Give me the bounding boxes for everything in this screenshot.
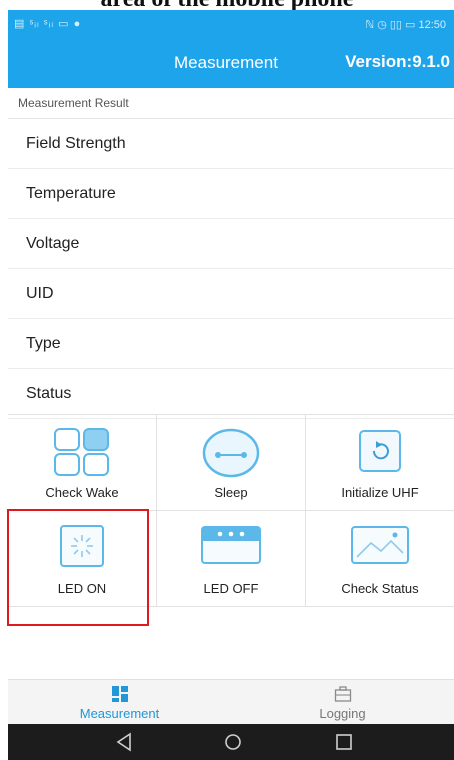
- app-version: Version:9.1.0: [345, 52, 450, 71]
- uid-row: UID: [8, 269, 454, 319]
- app-title: Measurement: [174, 53, 278, 72]
- action-grid: Check Wake Sleep Initialize UHF LED ON L…: [8, 414, 454, 607]
- status-row: Status: [8, 369, 454, 419]
- tab-logging-label: Logging: [319, 706, 366, 721]
- tab-measurement[interactable]: Measurement: [8, 680, 231, 725]
- system-nav-bar: [8, 724, 454, 760]
- type-row: Type: [8, 319, 454, 369]
- tab-measurement-label: Measurement: [79, 706, 160, 721]
- led-on-button[interactable]: LED ON: [8, 511, 157, 607]
- led-off-button[interactable]: LED OFF: [157, 511, 306, 607]
- section-label: Measurement Result: [8, 88, 454, 119]
- image-check-icon: [349, 523, 411, 574]
- refresh-icon: [352, 427, 408, 482]
- check-wake-label: Check Wake: [45, 485, 119, 500]
- initialize-uhf-button[interactable]: Initialize UHF: [306, 415, 454, 511]
- app-bar: Measurement Version:9.1.0: [8, 36, 454, 88]
- sleep-button[interactable]: Sleep: [157, 415, 306, 511]
- page-caption: area of the mobile phone: [0, 0, 454, 10]
- status-bar: ▤ ˢᵢₗ ˢᵢₗ ▭ ● ℕ ◷ ▯▯ ▭ 12:50: [8, 10, 454, 36]
- status-icons-right: ℕ ◷ ▯▯ ▭ 12:50: [365, 19, 446, 31]
- led-on-label: LED ON: [57, 581, 107, 596]
- home-icon[interactable]: [223, 732, 243, 757]
- dashboard-icon: [111, 685, 129, 708]
- field-strength-row: Field Strength: [8, 119, 454, 169]
- initialize-uhf-label: Initialize UHF: [341, 485, 419, 500]
- check-status-button[interactable]: Check Status: [306, 511, 454, 607]
- sleep-face-icon: [201, 427, 261, 484]
- recent-apps-icon[interactable]: [335, 732, 353, 757]
- temperature-row: Temperature: [8, 169, 454, 219]
- back-icon[interactable]: [115, 732, 133, 757]
- led-off-label: LED OFF: [203, 581, 259, 596]
- check-status-label: Check Status: [341, 581, 419, 596]
- sleep-label: Sleep: [214, 485, 248, 500]
- grid-icon: [53, 427, 111, 482]
- led-on-icon: [56, 523, 108, 576]
- briefcase-icon: [334, 685, 352, 708]
- voltage-row: Voltage: [8, 219, 454, 269]
- measurement-result-list: Measurement Result Field Strength Temper…: [8, 88, 454, 419]
- check-wake-button[interactable]: Check Wake: [8, 415, 157, 511]
- bottom-tab-bar: Measurement Logging: [8, 679, 454, 725]
- led-off-icon: [200, 523, 262, 574]
- status-icons-left: ▤ ˢᵢₗ ˢᵢₗ ▭ ●: [14, 18, 82, 30]
- tab-logging[interactable]: Logging: [231, 680, 454, 725]
